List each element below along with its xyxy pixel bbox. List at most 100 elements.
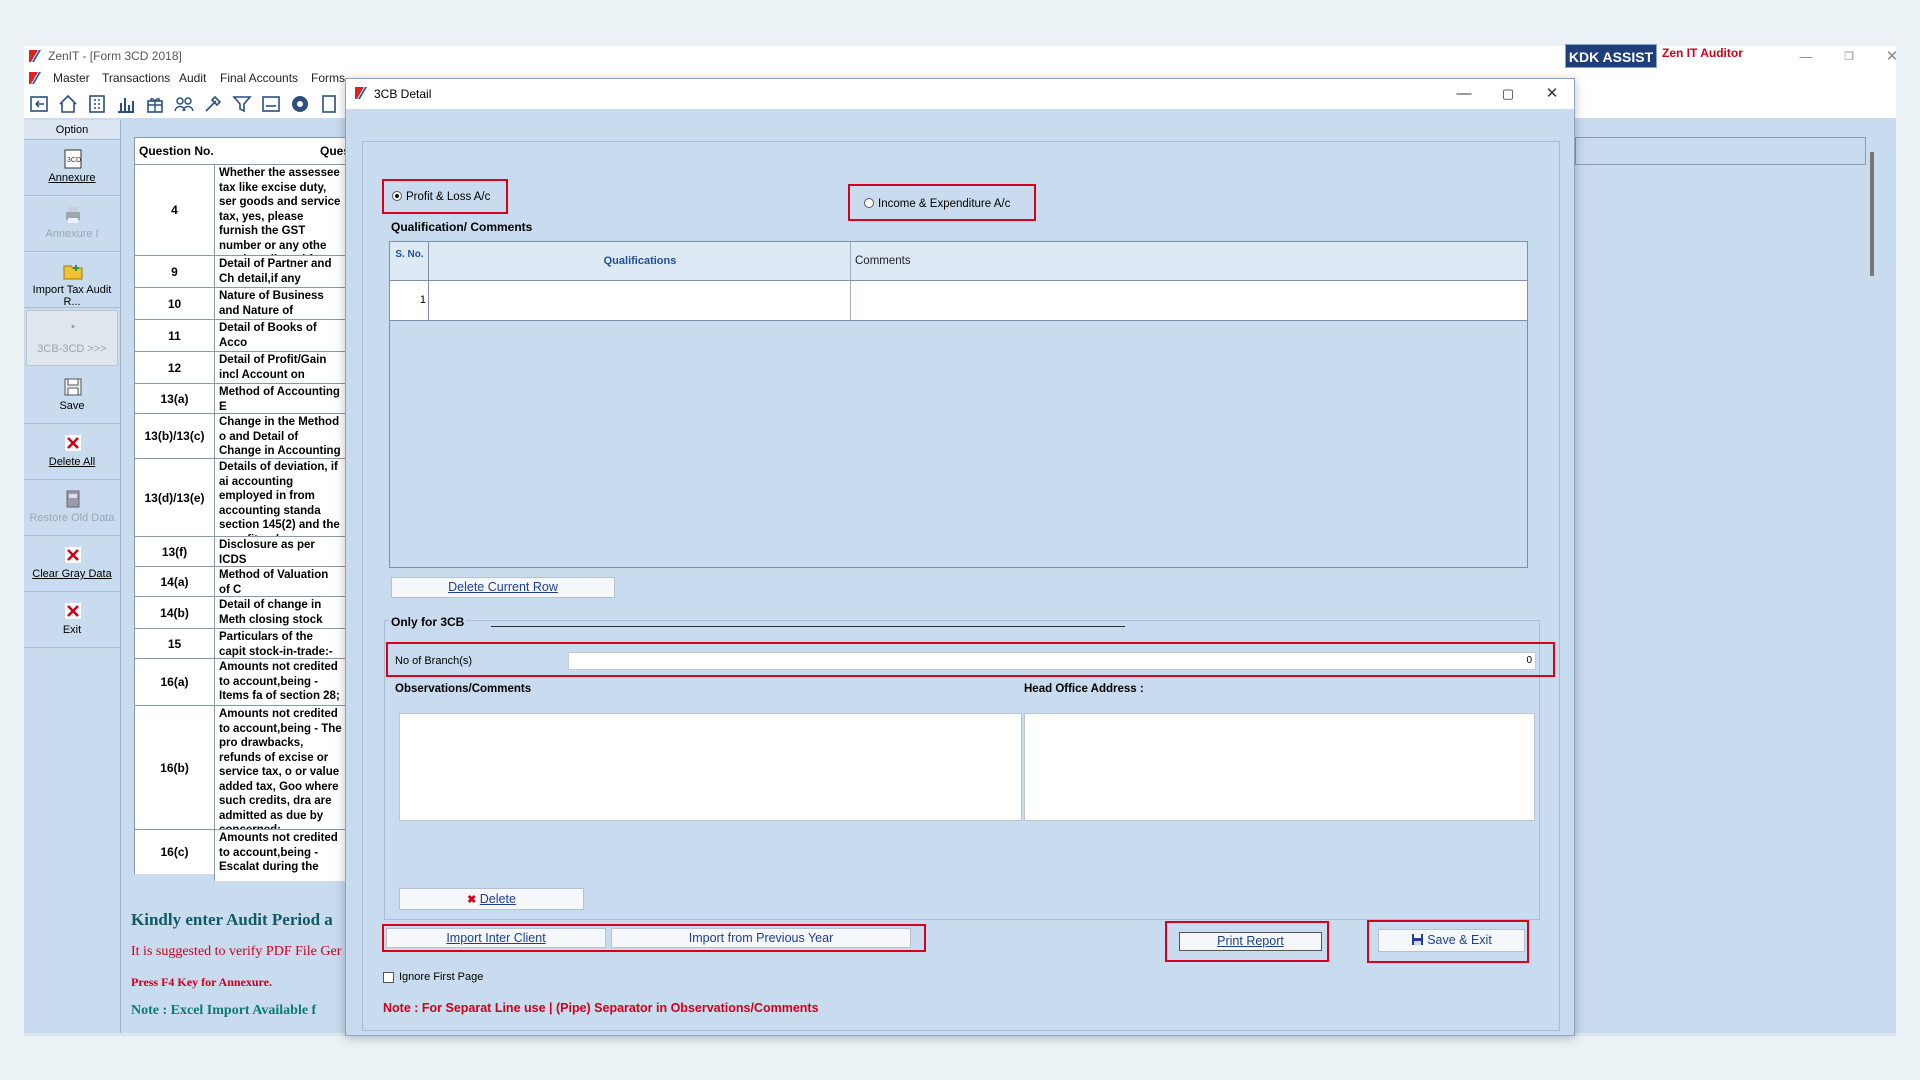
- question-cell[interactable]: Particulars of the capit stock-in-trade:…: [215, 629, 346, 659]
- close-icon[interactable]: ✕: [1870, 47, 1914, 67]
- head-office-textarea[interactable]: [1024, 713, 1535, 821]
- save-disk-icon: [1412, 934, 1424, 945]
- folder-import-icon: [63, 265, 83, 280]
- radio-income-expenditure[interactable]: Income & Expenditure A/c: [864, 198, 1010, 210]
- mdi-logo-icon: [29, 72, 41, 84]
- dialog-minimize-icon[interactable]: —: [1444, 83, 1484, 105]
- table-row[interactable]: 16(c): [135, 830, 214, 874]
- sidebar-item-clear-gray-data[interactable]: Clear Gray Data: [24, 536, 120, 592]
- print-report-button[interactable]: Print Report: [1179, 932, 1322, 951]
- question-cell[interactable]: Amounts not credited to account,being - …: [215, 659, 346, 706]
- question-cell[interactable]: Details of deviation, if ai accounting e…: [215, 459, 346, 537]
- branch-count-label: No of Branch(s): [395, 655, 473, 667]
- disc-icon[interactable]: [289, 93, 311, 115]
- question-cell[interactable]: Method of Valuation of C: [215, 567, 346, 597]
- import-previous-year-button[interactable]: Import from Previous Year: [611, 928, 911, 948]
- minimize-icon[interactable]: —: [1784, 47, 1828, 67]
- grid-scrollbar[interactable]: [1870, 152, 1874, 276]
- import-previous-year-label: Import from Previous Year: [688, 931, 834, 945]
- menu-forms[interactable]: Forms: [311, 71, 345, 85]
- zenit-logo-icon: [29, 50, 41, 62]
- sidebar-label-exit: Exit: [62, 624, 82, 636]
- table-row[interactable]: 13(f): [135, 537, 214, 567]
- sidebar-item-annexure-i[interactable]: Annexure I: [24, 196, 120, 252]
- table-row[interactable]: 11: [135, 320, 214, 352]
- observations-label: Observations/Comments: [395, 683, 532, 695]
- table-row[interactable]: 15: [135, 629, 214, 659]
- save-exit-button[interactable]: Save & Exit: [1378, 929, 1525, 952]
- sidebar-item-3cb-3cd[interactable]: • 3CB-3CD >>>: [26, 310, 118, 366]
- delete-x-icon: ✖: [467, 894, 477, 906]
- grid-right-header: [1575, 137, 1866, 165]
- import-inter-client-button[interactable]: Import Inter Client: [386, 928, 606, 948]
- sidebar-item-save[interactable]: Save: [24, 368, 120, 424]
- menu-master[interactable]: Master: [53, 71, 90, 85]
- menu-audit[interactable]: Audit: [179, 71, 206, 85]
- question-cell[interactable]: Detail of change in Meth closing stock a…: [215, 597, 346, 629]
- only-3cb-label: Only for 3CB: [389, 615, 467, 629]
- dialog-maximize-icon[interactable]: ▢: [1488, 83, 1528, 105]
- row-sno: 1: [419, 294, 426, 306]
- table-row[interactable]: 14(a): [135, 567, 214, 597]
- table-row[interactable]: 10: [135, 288, 214, 320]
- calculator-icon[interactable]: [318, 93, 340, 115]
- tax-icon[interactable]: [260, 93, 282, 115]
- gift-icon[interactable]: [144, 93, 166, 115]
- menu-transactions[interactable]: Transactions: [102, 71, 170, 85]
- sidebar-item-restore-old-data[interactable]: Restore Old Data: [24, 480, 120, 536]
- users-icon[interactable]: [173, 93, 195, 115]
- table-row[interactable]: 13(b)/13(c): [135, 414, 214, 459]
- red-x-icon: [65, 547, 81, 563]
- question-cell[interactable]: Change in the Method o and Detail of Cha…: [215, 414, 346, 459]
- table-row[interactable]: 13(a): [135, 384, 214, 414]
- table-row[interactable]: 1: [390, 281, 1527, 321]
- col-divider: [429, 242, 851, 280]
- table-row[interactable]: 16(a): [135, 659, 214, 706]
- observations-textarea[interactable]: [399, 713, 1022, 821]
- table-row[interactable]: 9: [135, 256, 214, 288]
- dialog-titlebar: 3CB Detail — ▢ ✕: [346, 79, 1574, 109]
- sidebar-item-annexure[interactable]: 3CD Annexure: [24, 140, 120, 196]
- question-no-column: 4 9 10 11 12 13(a) 13(b)/13(c) 13(d)/13(…: [134, 165, 214, 874]
- table-row[interactable]: 13(d)/13(e): [135, 459, 214, 537]
- sidebar-label-import-tax-audit: Import Tax Audit R...: [32, 284, 112, 308]
- table-row[interactable]: 12: [135, 352, 214, 384]
- question-cell[interactable]: Method of Accounting E: [215, 384, 346, 414]
- sidebar-item-delete-all[interactable]: Delete All: [24, 424, 120, 480]
- radio-profit-loss[interactable]: Profit & Loss A/c: [392, 191, 490, 203]
- building-icon[interactable]: [86, 93, 108, 115]
- tools-icon[interactable]: [202, 93, 224, 115]
- question-cell[interactable]: Detail of Profit/Gain incl Account on pr…: [215, 352, 346, 384]
- question-cell[interactable]: Nature of Business and Nature of Busines…: [215, 288, 346, 320]
- question-cell[interactable]: Detail of Partner and Ch detail,if any: [215, 256, 346, 288]
- question-cell[interactable]: Amounts not credited to account,being - …: [215, 706, 346, 830]
- table-row[interactable]: 14(b): [135, 597, 214, 629]
- question-cell[interactable]: Disclosure as per ICDS: [215, 537, 346, 567]
- table-row[interactable]: 16(b): [135, 706, 214, 830]
- sidebar-item-exit[interactable]: Exit: [24, 592, 120, 648]
- delete-current-row-button[interactable]: Delete Current Row: [391, 577, 615, 598]
- qualification-grid: S. No. Qualifications Comments 1: [389, 241, 1528, 568]
- sidebar-label-clear-gray-data: Clear Gray Data: [32, 568, 112, 580]
- question-cell[interactable]: Detail of Books of Acco Prescribed/Maint…: [215, 320, 346, 352]
- question-cell[interactable]: Whether the assessee tax like excise dut…: [215, 165, 346, 256]
- bar-chart-icon[interactable]: [115, 93, 137, 115]
- menu-final-accounts[interactable]: Final Accounts: [220, 71, 298, 85]
- comments-cell[interactable]: [852, 281, 1528, 320]
- ignore-first-page-checkbox[interactable]: [383, 972, 394, 983]
- dialog-close-icon[interactable]: ✕: [1532, 83, 1572, 105]
- sidebar-label-3cb-3cd: 3CB-3CD >>>: [37, 343, 107, 355]
- branch-count-input[interactable]: 0: [568, 652, 1536, 670]
- filter-icon[interactable]: [231, 93, 253, 115]
- table-row[interactable]: 4: [135, 165, 214, 256]
- home-icon[interactable]: [57, 93, 79, 115]
- sidebar-label-restore-old-data: Restore Old Data: [29, 512, 115, 524]
- back-icon[interactable]: [28, 93, 50, 115]
- sidebar-item-import-tax-audit[interactable]: Import Tax Audit R...: [24, 252, 120, 308]
- dot-icon: •: [71, 321, 75, 333]
- question-cell[interactable]: Amounts not credited to account,being - …: [215, 830, 346, 874]
- radio-profit-loss-label: Profit & Loss A/c: [406, 191, 491, 203]
- kdk-assist-button[interactable]: KDK ASSIST: [1565, 44, 1657, 68]
- delete-button[interactable]: ✖ Delete: [399, 888, 584, 910]
- restore-window-icon[interactable]: ❐: [1827, 47, 1871, 67]
